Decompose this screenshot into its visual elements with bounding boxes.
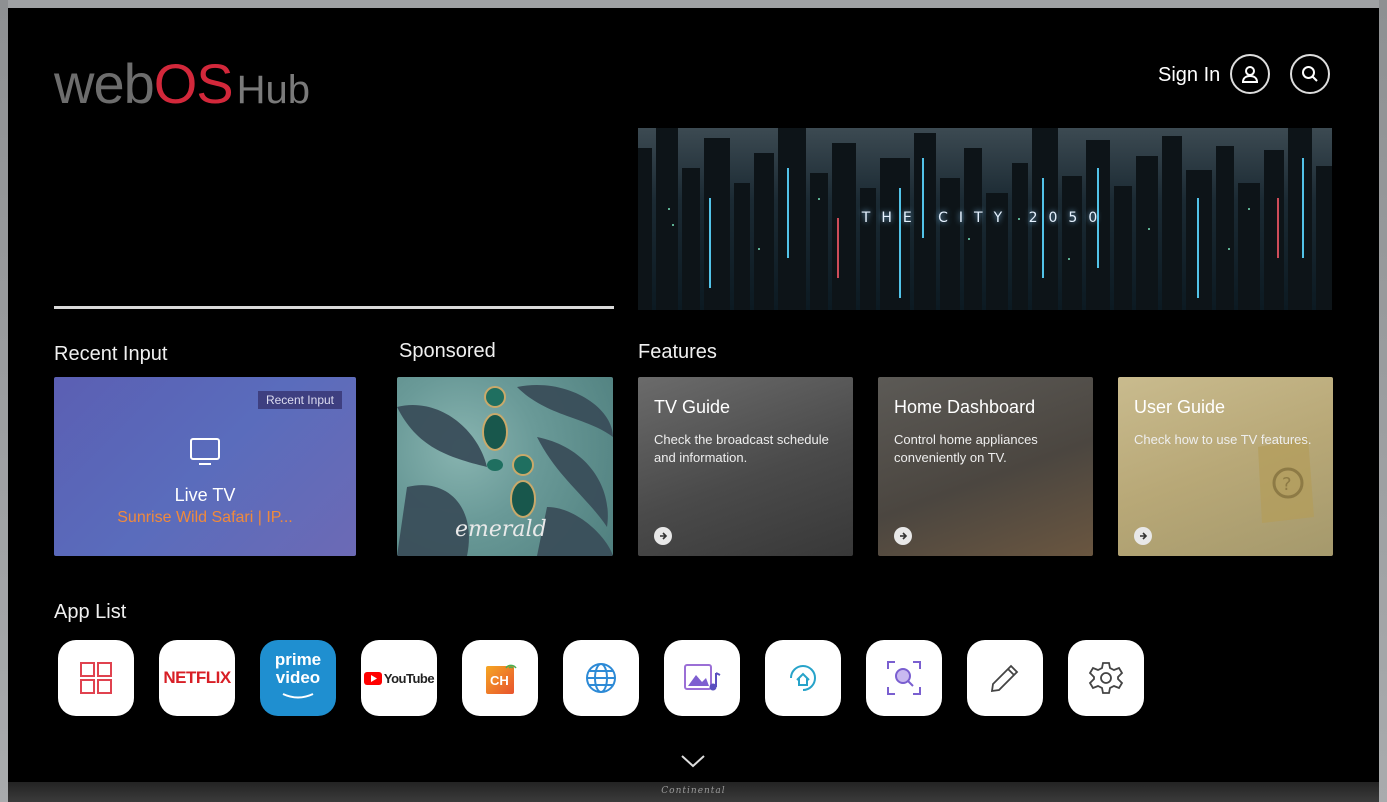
tv-bezel-top <box>0 0 1387 8</box>
tv-stand-bar: Continental <box>8 782 1379 802</box>
app-screen-search[interactable] <box>866 640 942 716</box>
channels-label: CH <box>490 673 509 688</box>
smile-arrow-icon <box>282 693 314 699</box>
arrow-right-icon <box>654 527 672 545</box>
app-youtube[interactable]: YouTube <box>361 640 437 716</box>
tv-screen: webOS Hub Sign In THE CITY 2050 Recent I… <box>8 8 1379 782</box>
feature-title: Home Dashboard <box>894 397 1036 417</box>
home-icon <box>790 665 816 691</box>
user-icon <box>1241 66 1259 83</box>
search-icon <box>1302 66 1318 82</box>
app-edit[interactable] <box>967 640 1043 716</box>
tv-bezel-right <box>1379 0 1387 802</box>
app-media-player[interactable] <box>664 640 740 716</box>
channels-icon: CH <box>482 660 518 696</box>
logo-os: OS <box>153 52 234 115</box>
hero-banner[interactable]: THE CITY 2050 <box>638 128 1332 310</box>
feature-description: Check how to use TV features. <box>1134 432 1312 447</box>
svg-text:?: ? <box>1282 474 1292 495</box>
youtube-play-icon <box>363 671 382 685</box>
hero-progress-line <box>54 306 614 309</box>
app-prime-video[interactable]: prime video <box>260 640 336 716</box>
arrow-right-icon <box>894 527 912 545</box>
logo-hub: Hub <box>236 68 311 112</box>
music-photo-icon <box>684 664 721 691</box>
globe-icon <box>586 663 616 693</box>
feature-description: Check the broadcast schedule and informa… <box>654 432 829 465</box>
grid-icon <box>80 662 112 694</box>
feature-description: Control home appliances conveniently on … <box>894 432 1038 465</box>
emerald-brand-text: emerald <box>455 517 547 542</box>
app-netflix[interactable]: NETFLIX <box>159 640 235 716</box>
prime-text: prime <box>274 650 322 669</box>
tv-icon <box>190 438 220 465</box>
sign-in-link[interactable]: Sign In <box>1158 64 1220 87</box>
features-heading: Features <box>638 341 717 363</box>
feature-title: TV Guide <box>654 397 731 417</box>
recent-input-card[interactable]: Recent Input Live TV Sunrise Wild Safari… <box>54 377 356 556</box>
gear-icon <box>1088 662 1124 694</box>
tv-brand-mark: Continental <box>661 786 726 796</box>
app-all-apps[interactable] <box>58 640 134 716</box>
recent-input-heading: Recent Input <box>54 343 168 365</box>
netflix-logo: NETFLIX <box>163 668 231 687</box>
arrow-right-icon <box>1134 527 1152 545</box>
tv-bezel-left <box>0 0 8 802</box>
scan-search-icon <box>887 661 921 695</box>
question-sign-image: ? <box>1258 437 1314 523</box>
recent-input-subtitle: Sunrise Wild Safari | IP... <box>117 509 293 526</box>
recent-input-badge: Recent Input <box>257 391 342 409</box>
app-settings[interactable] <box>1068 640 1144 716</box>
feature-card-tv-guide[interactable]: TV Guide Check the broadcast schedule an… <box>638 377 853 556</box>
app-list-heading: App List <box>54 601 127 623</box>
sponsored-heading: Sponsored <box>399 340 496 362</box>
pencil-icon <box>990 664 1019 693</box>
chevron-down-icon[interactable] <box>680 754 706 768</box>
app-channels[interactable]: CH <box>462 640 538 716</box>
youtube-wordmark: YouTube <box>383 670 435 686</box>
sponsored-card[interactable]: emerald <box>397 377 613 556</box>
app-home-hub[interactable] <box>765 640 841 716</box>
search-button[interactable] <box>1290 54 1330 94</box>
logo-web: web <box>54 52 155 115</box>
webos-hub-logo: webOS Hub <box>54 56 310 112</box>
video-text: video <box>275 668 321 687</box>
account-button[interactable] <box>1230 54 1270 94</box>
feature-title: User Guide <box>1134 397 1226 417</box>
recent-input-title: Live TV <box>174 485 236 505</box>
app-web-browser[interactable] <box>563 640 639 716</box>
feature-card-user-guide[interactable]: ? User Guide Check how to use TV feature… <box>1118 377 1333 556</box>
hero-banner-title: THE CITY 2050 <box>861 210 1109 226</box>
prime-video-logo: prime video <box>275 651 321 705</box>
feature-card-home-dashboard[interactable]: Home Dashboard Control home appliances c… <box>878 377 1093 556</box>
